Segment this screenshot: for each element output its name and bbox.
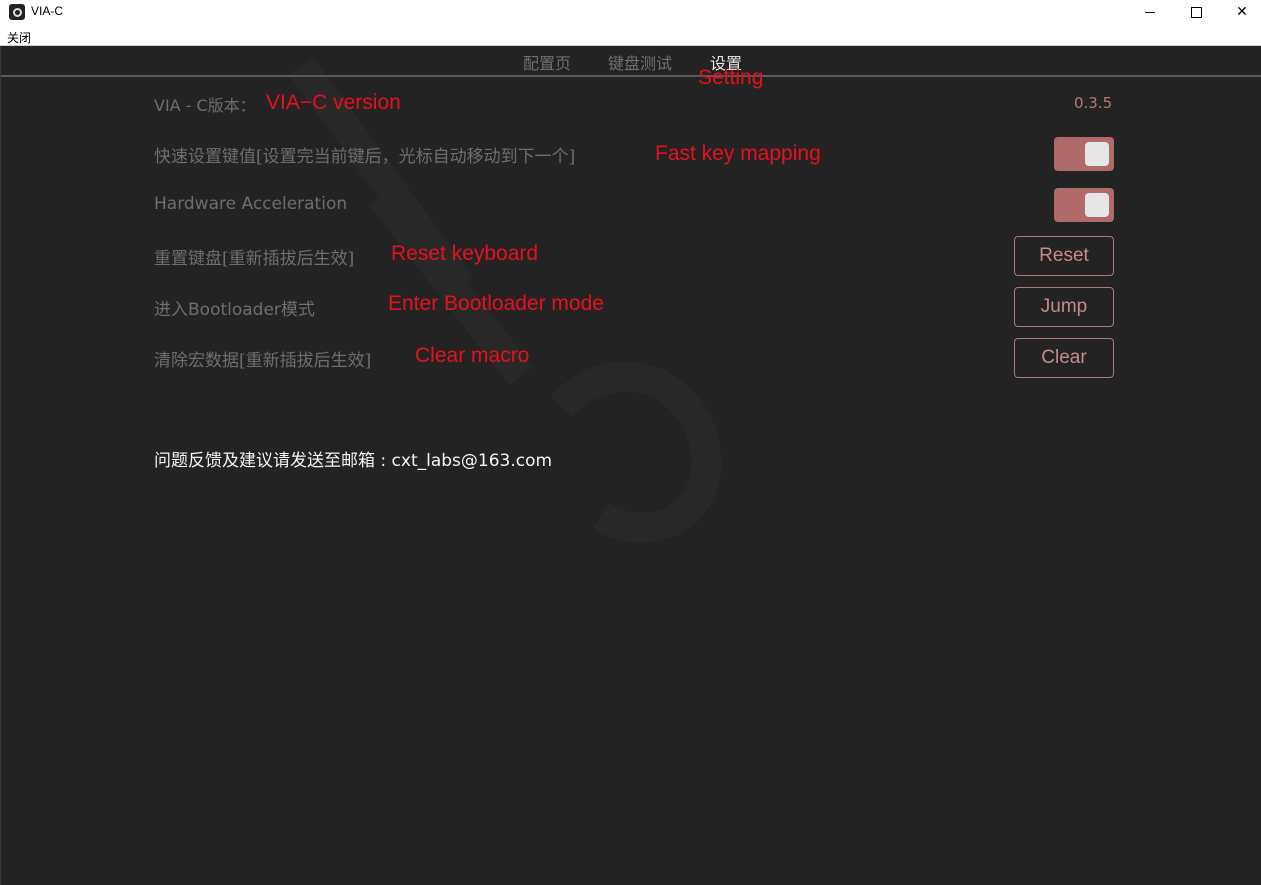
toggle-knob [1085,142,1109,166]
version-value: 0.3.5 [1074,94,1113,112]
clear-macro-label: 清除宏数据[重新插拔后生效] [154,351,372,371]
bootloader-label: 进入Bootloader模式 [154,300,315,320]
annotation-setting: Setting [698,66,764,89]
tab-config[interactable]: 配置页 [523,50,571,74]
hw-accel-toggle[interactable] [1054,188,1114,222]
feedback-text: 问题反馈及建议请发送至邮箱 : cxt_labs@163.com [154,451,553,471]
fast-key-label: 快速设置键值[设置完当前键后，光标自动移动到下一个] [154,147,576,167]
tab-keyboard-test[interactable]: 键盘测试 [608,50,672,74]
reset-button[interactable]: Reset [1014,236,1114,276]
clear-button[interactable]: Clear [1014,338,1114,378]
tab-bar: 配置页 键盘测试 设置 [1,46,1261,77]
hw-accel-label: Hardware Acceleration [154,194,348,214]
app-logo-icon [9,4,25,20]
close-button[interactable]: ✕ [1219,0,1261,24]
jump-button[interactable]: Jump [1014,287,1114,327]
annotation-version: VIA−C version [266,91,401,114]
fast-key-toggle[interactable] [1054,137,1114,171]
menu-bar: 关闭 [0,24,1261,46]
toggle-knob [1085,193,1109,217]
title-bar: VIA-C ✕ [0,0,1261,24]
reset-label: 重置键盘[重新插拔后生效] [154,249,355,269]
maximize-icon [1190,6,1202,18]
minimize-button[interactable] [1127,0,1173,24]
maximize-button[interactable] [1173,0,1219,24]
annotation-bootloader: Enter Bootloader mode [388,292,604,315]
annotation-reset: Reset keyboard [391,242,539,265]
close-icon: ✕ [1236,4,1248,20]
menu-item-close[interactable]: 关闭 [7,29,31,46]
annotation-macro: Clear macro [415,344,530,367]
minimize-icon [1145,11,1155,13]
annotation-fast-key: Fast key mapping [655,142,821,165]
window-title: VIA-C [31,4,64,18]
version-label: VIA - C版本： [154,96,256,115]
main-content: 配置页 键盘测试 设置 Setting VIA - C版本： VIA−C ver… [0,46,1261,885]
